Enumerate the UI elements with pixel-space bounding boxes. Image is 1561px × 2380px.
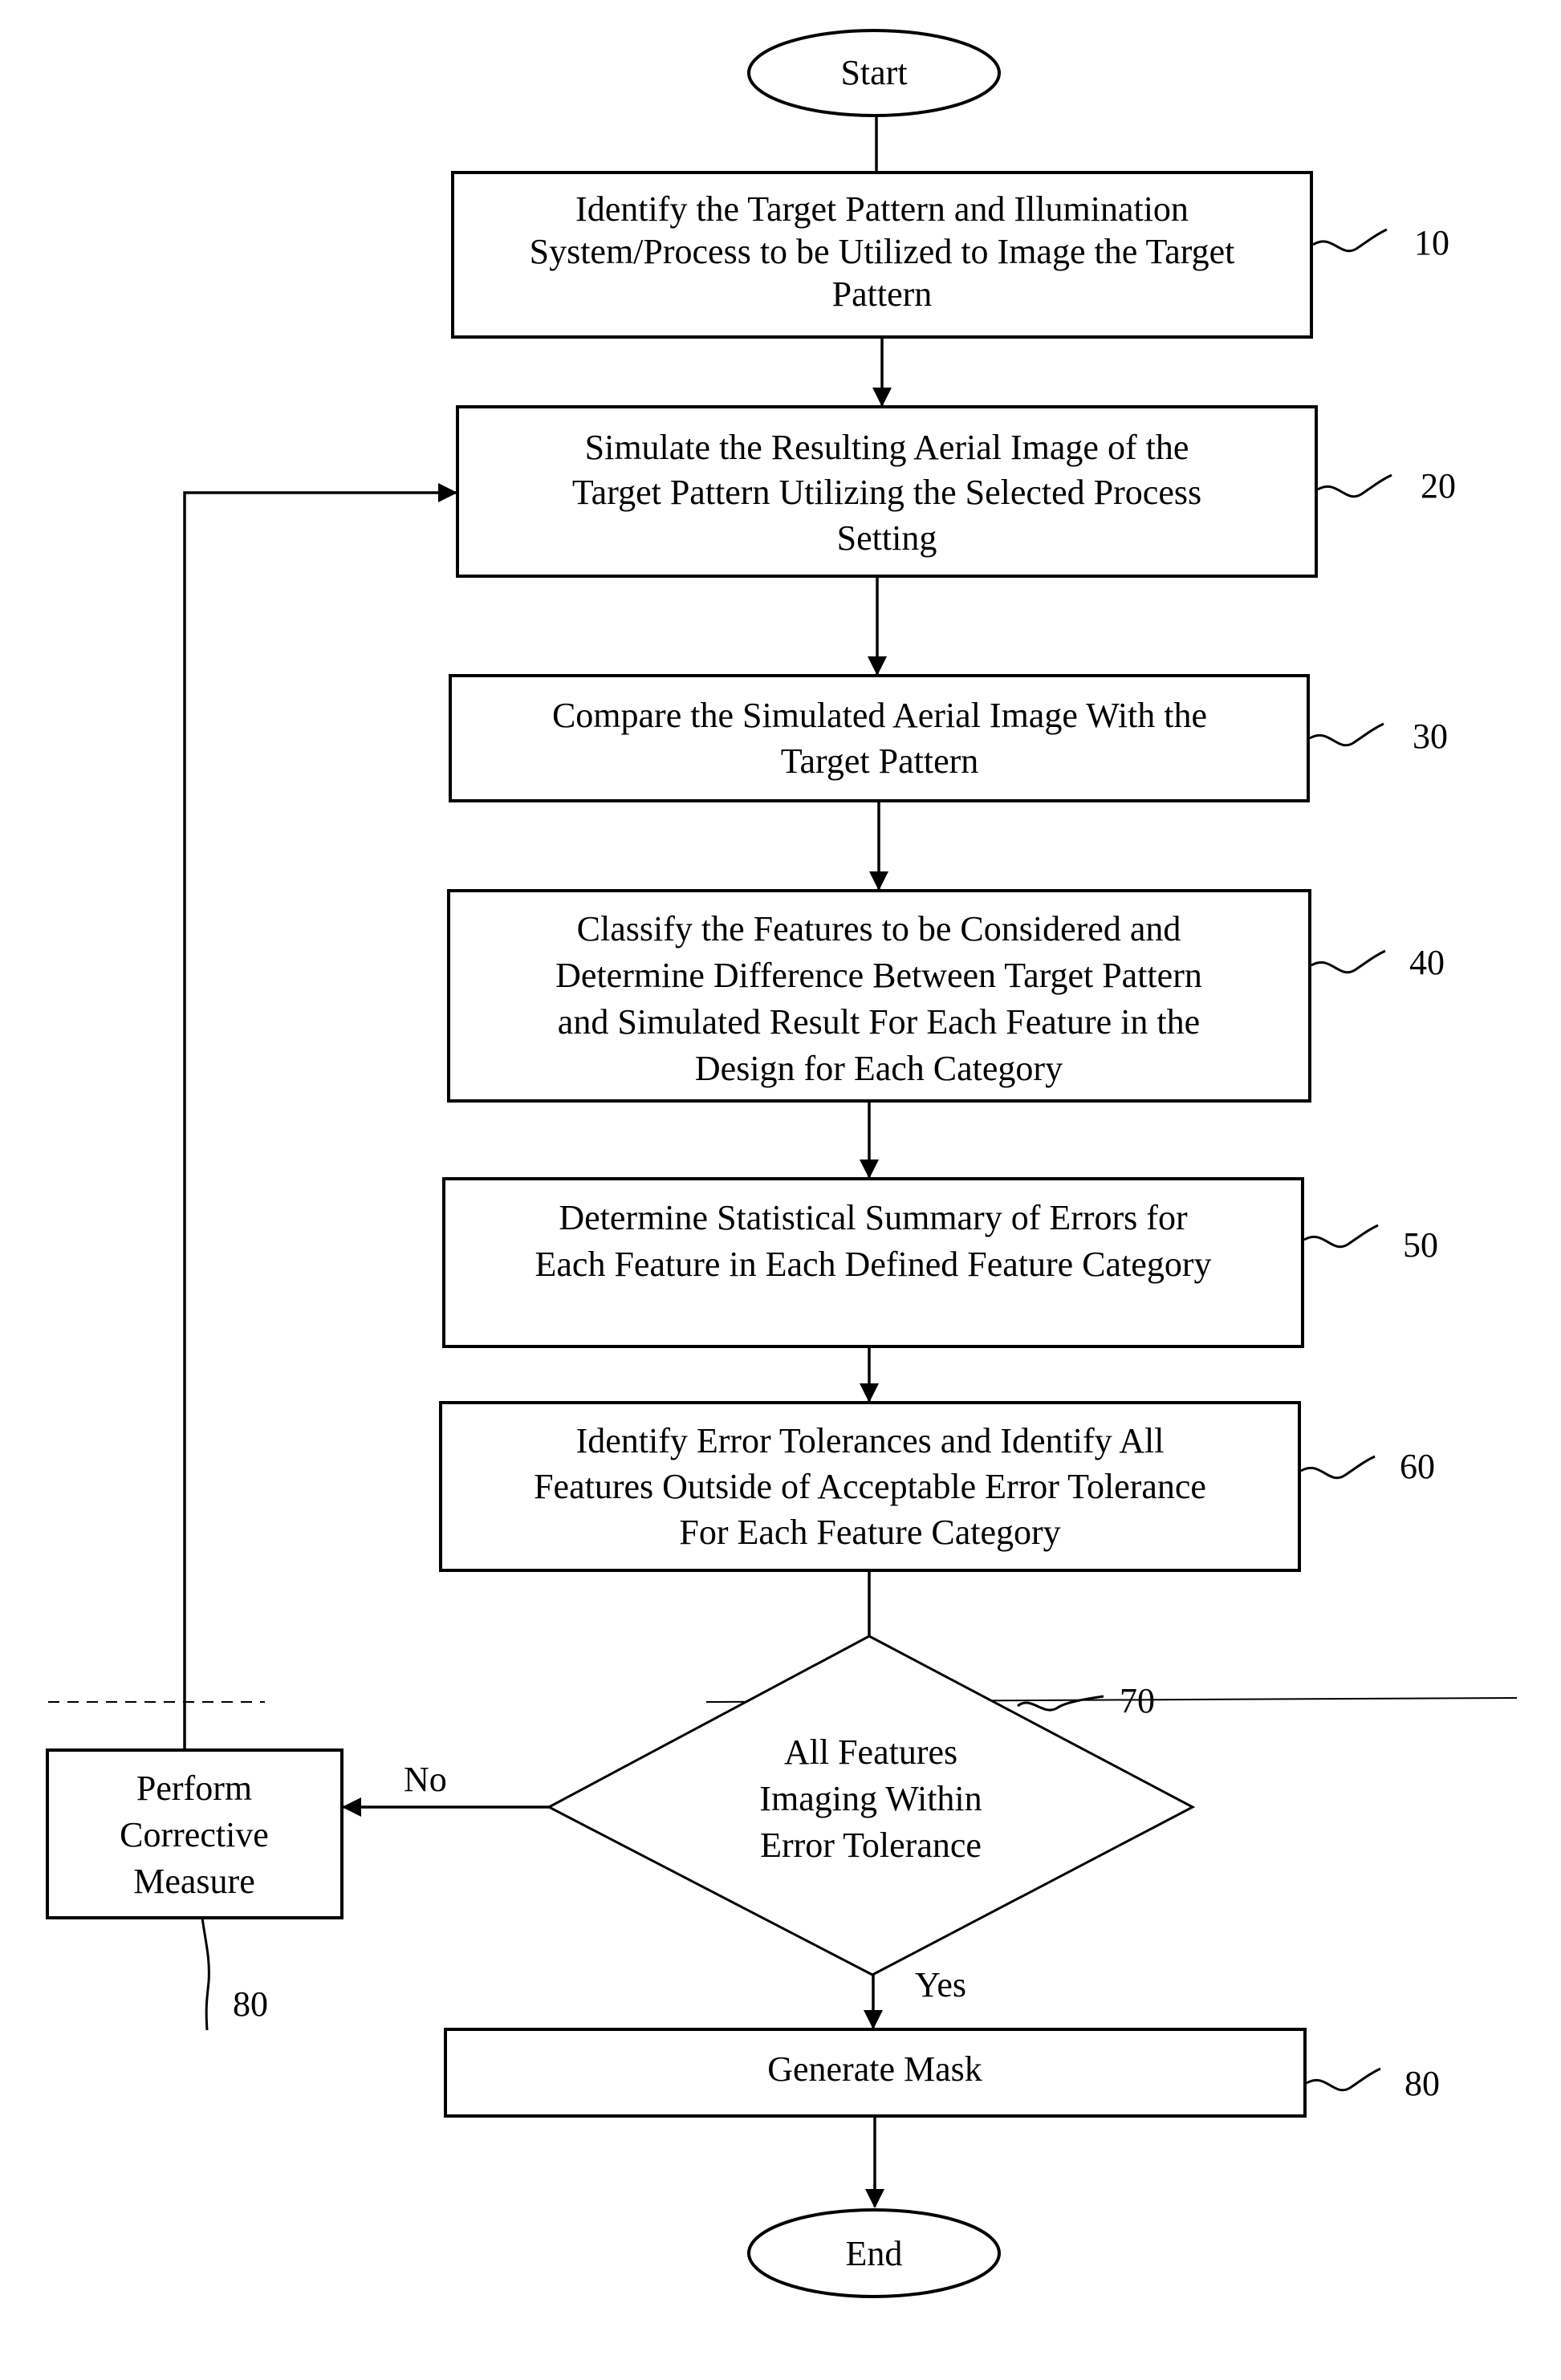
corrective-measure: Perform Corrective Measure 80 <box>46 1748 344 2031</box>
yes-label: Yes <box>915 1965 966 2004</box>
decision-70: All Features Imaging Within Error Tolera… <box>546 1635 1196 1976</box>
step-10: Identify the Target Pattern and Illumina… <box>451 171 1449 339</box>
step-20-line-1: Simulate the Resulting Aerial Image of t… <box>585 428 1189 467</box>
step-20-ref: 20 <box>1421 466 1456 506</box>
step-40: Classify the Features to be Considered a… <box>447 889 1445 1103</box>
step-10-line-2: System/Process to be Utilized to Image t… <box>530 232 1235 271</box>
start-label: Start <box>840 53 907 92</box>
step-40-ref: 40 <box>1409 943 1445 982</box>
corrective-line-1: Perform <box>136 1769 252 1808</box>
step-40-line-4: Design for Each Category <box>695 1049 1063 1088</box>
generate-mask-ref-leader <box>1306 2067 1381 2092</box>
corrective-line-3: Measure <box>133 1862 255 1901</box>
connector-loop-to-20 <box>183 483 457 1750</box>
step-40-line-1: Classify the Features to be Considered a… <box>577 909 1181 948</box>
decision-70-line-3: Error Tolerance <box>760 1826 982 1865</box>
step-20-line-2: Target Pattern Utilizing the Selected Pr… <box>572 473 1201 512</box>
end-terminal: End <box>747 2208 1001 2298</box>
step-50-line-2: Each Feature in Each Defined Feature Cat… <box>535 1245 1212 1284</box>
step-60-line-3: For Each Feature Category <box>679 1513 1060 1552</box>
corrective-ref: 80 <box>233 1984 268 2024</box>
step-50: Determine Statistical Summary of Errors … <box>442 1177 1438 1348</box>
step-10-line-3: Pattern <box>832 274 933 314</box>
step-60: Identify Error Tolerances and Identify A… <box>439 1401 1435 1572</box>
generate-mask: Generate Mask 80 <box>444 2028 1440 2118</box>
step-10-ref-leader <box>1312 228 1388 253</box>
no-label: No <box>404 1760 447 1799</box>
step-50-ref-leader <box>1303 1224 1379 1249</box>
step-30-ref-leader <box>1309 722 1384 747</box>
step-50-ref: 50 <box>1403 1225 1438 1265</box>
step-20-ref-leader <box>1317 473 1392 498</box>
step-10-line-1: Identify the Target Pattern and Illumina… <box>575 189 1189 229</box>
step-20-line-3: Setting <box>837 518 937 558</box>
step-60-line-1: Identify Error Tolerances and Identify A… <box>576 1421 1165 1460</box>
step-40-line-3: and Simulated Result For Each Feature in… <box>558 1002 1200 1042</box>
step-30-box <box>449 674 1310 802</box>
start-terminal: Start <box>747 29 1001 117</box>
decision-70-line-1: All Features <box>784 1732 957 1772</box>
generate-mask-label: Generate Mask <box>767 2049 982 2089</box>
decision-70-ref-leader <box>1017 1695 1104 1712</box>
corrective-ref-leader <box>201 1917 210 2031</box>
step-60-ref: 60 <box>1400 1447 1435 1486</box>
step-40-line-2: Determine Difference Between Target Patt… <box>555 956 1202 995</box>
end-label: End <box>846 2234 903 2273</box>
step-10-ref: 10 <box>1414 223 1449 262</box>
step-30: Compare the Simulated Aerial Image With … <box>449 674 1448 802</box>
step-30-line-2: Target Pattern <box>781 741 979 781</box>
step-60-ref-leader <box>1300 1455 1376 1480</box>
decision-70-ref: 70 <box>1120 1681 1155 1720</box>
generate-mask-ref: 80 <box>1404 2064 1440 2103</box>
step-20: Simulate the Resulting Aerial Image of t… <box>456 405 1456 578</box>
step-30-line-1: Compare the Simulated Aerial Image With … <box>552 696 1207 735</box>
corrective-line-2: Corrective <box>120 1815 269 1854</box>
step-60-line-2: Features Outside of Acceptable Error Tol… <box>534 1467 1206 1506</box>
step-50-line-1: Determine Statistical Summary of Errors … <box>559 1198 1188 1237</box>
step-30-ref: 30 <box>1413 717 1448 756</box>
flowchart: Start Identify the Target Pattern and Il… <box>46 29 1518 2298</box>
decision-70-line-2: Imaging Within <box>759 1779 982 1818</box>
step-40-ref-leader <box>1311 949 1386 974</box>
